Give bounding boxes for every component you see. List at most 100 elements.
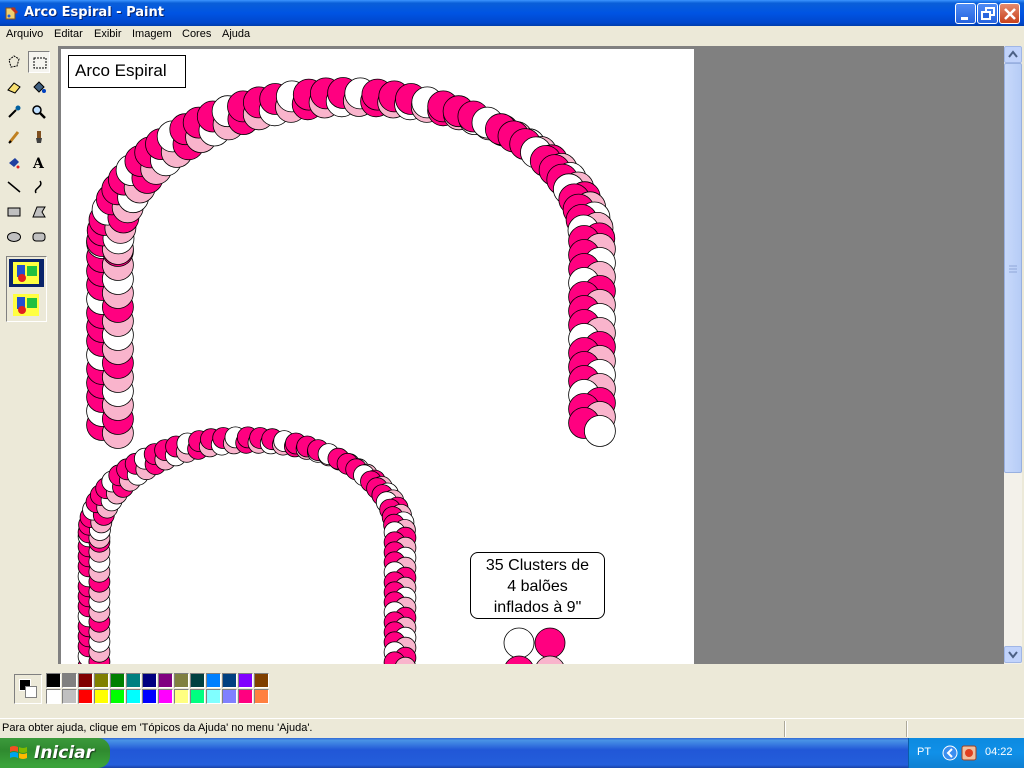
free-select-tool[interactable]	[3, 51, 25, 73]
palette-swatch[interactable]	[78, 673, 93, 688]
status-help-text: Para obter ajuda, clique em 'Tópicos da …	[2, 722, 313, 734]
palette-swatch[interactable]	[46, 689, 61, 704]
palette-swatch[interactable]	[254, 673, 269, 688]
palette-swatch[interactable]	[174, 673, 189, 688]
scroll-up-button[interactable]	[1004, 46, 1022, 63]
start-button[interactable]: Iniciar	[0, 738, 110, 768]
palette-swatch[interactable]	[206, 689, 221, 704]
palette-swatch[interactable]	[238, 689, 253, 704]
magnifier-icon	[32, 105, 46, 119]
rounded-rect-tool[interactable]	[28, 226, 50, 248]
palette-swatch[interactable]	[62, 689, 77, 704]
brush-tool[interactable]	[28, 126, 50, 148]
palette-swatch[interactable]	[142, 689, 157, 704]
palette-swatch[interactable]	[46, 673, 61, 688]
fill-tool[interactable]	[28, 76, 50, 98]
vertical-scrollbar[interactable]	[1004, 46, 1022, 664]
palette-swatch[interactable]	[190, 689, 205, 704]
palette-swatch[interactable]	[62, 673, 77, 688]
rect-select-icon	[33, 57, 47, 69]
note-line-3: inflados à 9"	[493, 599, 582, 616]
minimize-icon	[961, 17, 968, 20]
palette-swatch[interactable]	[222, 689, 237, 704]
palette-swatch[interactable]	[238, 673, 253, 688]
taskbar: Iniciar PT 04:22	[0, 738, 1024, 768]
balloon-note-box: 35 Clusters de 4 balões inflados à 9"	[470, 552, 605, 619]
close-icon	[1004, 8, 1016, 20]
minimize-button[interactable]	[955, 3, 976, 24]
palette-swatch[interactable]	[190, 673, 205, 688]
scroll-thumb[interactable]	[1004, 63, 1022, 473]
line-icon	[7, 181, 21, 193]
menu-editar[interactable]: Editar	[54, 28, 83, 40]
text-tool[interactable]: A	[28, 151, 50, 173]
brush-icon	[36, 131, 42, 143]
menu-cores[interactable]: Cores	[182, 28, 211, 40]
balloon	[534, 627, 566, 659]
line-tool[interactable]	[3, 176, 25, 198]
menu-arquivo[interactable]: Arquivo	[6, 28, 43, 40]
text-a-icon: A	[32, 156, 45, 170]
balloon	[584, 415, 616, 447]
palette-swatch[interactable]	[158, 689, 173, 704]
opaque-option[interactable]	[9, 259, 44, 287]
palette-swatch[interactable]	[158, 673, 173, 688]
free-select-icon	[8, 55, 20, 68]
palette-swatch[interactable]	[126, 673, 141, 688]
pencil-tool[interactable]	[3, 126, 25, 148]
palette-swatch[interactable]	[254, 689, 269, 704]
close-button[interactable]	[999, 3, 1020, 24]
palette-swatch[interactable]	[110, 689, 125, 704]
tray-app-icon[interactable]	[961, 745, 977, 761]
pencil-icon	[8, 131, 20, 144]
eraser-icon	[7, 82, 21, 94]
palette-swatch[interactable]	[110, 673, 125, 688]
palette-swatch[interactable]	[94, 673, 109, 688]
palette-swatch[interactable]	[206, 673, 221, 688]
clock[interactable]: 04:22	[985, 746, 1013, 758]
magnifier-tool[interactable]	[28, 101, 50, 123]
current-colors[interactable]	[14, 674, 42, 704]
ellipse-tool[interactable]	[3, 226, 25, 248]
color-picker-tool[interactable]	[3, 101, 25, 123]
canvas-title: Arco Espiral	[75, 61, 167, 80]
note-line-1: 35 Clusters de	[485, 557, 590, 574]
start-label: Iniciar	[34, 743, 95, 763]
menu-imagem[interactable]: Imagem	[132, 28, 172, 40]
polygon-tool[interactable]	[28, 201, 50, 223]
restore-icon	[981, 7, 995, 20]
curve-tool[interactable]	[28, 176, 50, 198]
arrow-up-icon	[1008, 50, 1018, 58]
tray-expand-icon[interactable]	[942, 745, 958, 761]
palette-swatch[interactable]	[174, 689, 189, 704]
transparent-selection-icon	[13, 294, 39, 316]
eraser-tool[interactable]	[3, 76, 25, 98]
rectangle-tool[interactable]	[3, 201, 25, 223]
transparent-option[interactable]	[9, 291, 44, 319]
title-bar[interactable]: Arco Espiral - Paint	[0, 0, 1024, 26]
palette-swatch[interactable]	[94, 689, 109, 704]
balloon	[536, 655, 564, 664]
scroll-down-button[interactable]	[1004, 646, 1022, 663]
tool-options-panel	[6, 256, 47, 322]
rect-select-tool[interactable]	[28, 51, 50, 73]
menu-ajuda[interactable]: Ajuda	[222, 28, 250, 40]
palette-swatch[interactable]	[222, 673, 237, 688]
svg-text:A: A	[32, 156, 45, 170]
drawing-canvas[interactable]: Arco Espiral 35 Clusters de 4 balões inf…	[61, 49, 694, 664]
airbrush-tool[interactable]	[3, 151, 25, 173]
background-color	[25, 686, 37, 698]
balloon	[503, 627, 535, 659]
note-line-2: 4 balões	[507, 578, 568, 595]
palette-swatch[interactable]	[142, 673, 157, 688]
eyedropper-icon	[8, 105, 21, 118]
ellipse-icon	[7, 232, 21, 242]
menu-bar: Arquivo Editar Exibir Imagem Cores Ajuda	[0, 26, 1024, 44]
palette-swatch[interactable]	[78, 689, 93, 704]
menu-exibir[interactable]: Exibir	[94, 28, 122, 40]
canvas-title-box: Arco Espiral	[68, 55, 186, 88]
language-indicator[interactable]: PT	[917, 746, 931, 758]
restore-button[interactable]	[977, 3, 998, 24]
palette-swatch[interactable]	[126, 689, 141, 704]
toolbox: A	[0, 46, 54, 664]
